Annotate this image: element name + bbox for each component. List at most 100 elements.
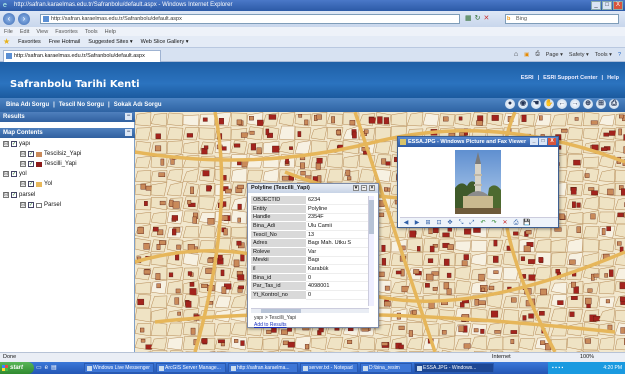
print-map-icon[interactable]: ⎙: [609, 99, 619, 109]
layer-node-parsel-sub[interactable]: ⊟ ✓ Parsel: [20, 202, 61, 208]
zoom-in-icon[interactable]: ⤡: [457, 219, 465, 227]
menu-favorites[interactable]: Favorites: [55, 29, 78, 35]
safety-menu[interactable]: Safety ▾: [569, 52, 589, 58]
pan-icon[interactable]: ✋: [544, 99, 554, 109]
save-icon[interactable]: 💾: [523, 219, 531, 227]
layer-checkbox[interactable]: ✓: [28, 151, 34, 157]
forward-extent-icon[interactable]: →: [570, 99, 580, 109]
fav-hotmail[interactable]: Free Hotmail: [49, 39, 80, 45]
close-button[interactable]: X: [613, 1, 623, 10]
collapse-toggle[interactable]: ⊟: [20, 181, 26, 187]
minimize-icon[interactable]: −: [361, 185, 367, 191]
map-contents-header[interactable]: Map Contents −: [0, 128, 135, 138]
layer-checkbox[interactable]: ✓: [11, 171, 17, 177]
best-fit-icon[interactable]: ⊞: [424, 219, 432, 227]
url-field[interactable]: http://safran.karaelmas.edu.tr/Safranbol…: [40, 14, 460, 24]
esri-support-link[interactable]: ESRI Support Center: [543, 75, 597, 81]
rotate-right-icon[interactable]: ↷: [490, 219, 498, 227]
measure-icon[interactable]: ⊞: [596, 99, 606, 109]
vertical-scrollbar[interactable]: [368, 196, 374, 306]
minimize-button[interactable]: _: [591, 1, 601, 10]
collapse-toggle[interactable]: ⊟: [20, 151, 26, 157]
layer-checkbox[interactable]: ✓: [28, 181, 34, 187]
scroll-thumb[interactable]: [369, 200, 374, 234]
feeds-icon[interactable]: ▣: [524, 52, 529, 58]
previous-image-icon[interactable]: ◀: [402, 219, 410, 227]
slideshow-icon[interactable]: ✥: [446, 219, 454, 227]
rotate-left-icon[interactable]: ↶: [479, 219, 487, 227]
close-icon[interactable]: ×: [369, 185, 375, 191]
viewer-maximize-button[interactable]: □: [539, 138, 547, 145]
home-icon[interactable]: ⌂: [514, 51, 518, 58]
sokak-adi-sorgu-link[interactable]: Sokak Adı Sorgu: [114, 102, 162, 108]
layer-node-yapi[interactable]: ⊟ ✓ yapı: [3, 141, 30, 147]
layer-node-tescilsiz-yapi[interactable]: ⊟ ✓ Tescilsiz_Yapi: [20, 151, 81, 157]
collapse-toggle[interactable]: ⊟: [3, 192, 9, 198]
layer-node-yol-sub[interactable]: ⊟ ✓ Yol: [20, 181, 52, 187]
tray-icons[interactable]: ▪ ▪ ▪ ▪: [552, 362, 563, 374]
search-box[interactable]: b Bing: [505, 14, 619, 24]
compatibility-icon[interactable]: ▦: [465, 14, 472, 24]
layer-checkbox[interactable]: ✓: [28, 202, 34, 208]
print-icon[interactable]: ⎙: [512, 219, 520, 227]
fav-suggested-sites[interactable]: Suggested Sites ▾: [88, 39, 132, 45]
browser-tab[interactable]: http://safran.karaelmas.edu.tr/Safranbol…: [3, 50, 161, 62]
layer-node-yol[interactable]: ⊟ ✓ yol: [3, 171, 27, 177]
refresh-icon[interactable]: ↻: [475, 14, 481, 24]
collapse-toggle[interactable]: ⊟: [3, 141, 9, 147]
add-to-results-link[interactable]: Add to Results: [254, 322, 287, 328]
help-icon[interactable]: ?: [618, 52, 621, 58]
next-image-icon[interactable]: ▶: [413, 219, 421, 227]
menu-help[interactable]: Help: [105, 29, 116, 35]
horizontal-scrollbar[interactable]: [251, 308, 369, 313]
layer-node-tescilli-yapi[interactable]: ⊟ ✓ Tescilli_Yapi: [20, 161, 77, 167]
task-notepad[interactable]: server.txt - Notepad: [300, 363, 358, 373]
show-desktop-icon[interactable]: ▭: [36, 364, 42, 371]
scroll-thumb[interactable]: [261, 309, 301, 313]
collapse-map-contents-button[interactable]: −: [125, 129, 132, 136]
menu-tools[interactable]: Tools: [85, 29, 98, 35]
task-folder[interactable]: D:\bina_resim: [360, 363, 412, 373]
favorites-button[interactable]: Favorites: [18, 39, 41, 45]
collapse-toggle[interactable]: ⊟: [20, 161, 26, 167]
layer-checkbox[interactable]: ✓: [28, 161, 34, 167]
back-extent-icon[interactable]: ←: [557, 99, 567, 109]
zoom-out-icon[interactable]: ◉: [518, 99, 528, 109]
layer-node-parsel[interactable]: ⊟ ✓ parsel: [3, 192, 35, 198]
full-extent-icon[interactable]: ⊕: [583, 99, 593, 109]
results-header[interactable]: Results −: [0, 112, 135, 122]
help-link[interactable]: Help: [607, 75, 619, 81]
task-browser[interactable]: http://safran.karaelma...: [228, 363, 298, 373]
actual-size-icon[interactable]: ⊡: [435, 219, 443, 227]
viewer-minimize-button[interactable]: _: [530, 138, 538, 145]
identify-icon[interactable]: ☚: [531, 99, 541, 109]
menu-edit[interactable]: Edit: [20, 29, 29, 35]
tools-menu[interactable]: Tools ▾: [595, 52, 612, 58]
menu-view[interactable]: View: [36, 29, 48, 35]
collapse-results-button[interactable]: −: [125, 113, 132, 120]
ie-quick-icon[interactable]: e: [45, 365, 48, 371]
zoom-out-icon[interactable]: ⤢: [468, 219, 476, 227]
maximize-button[interactable]: □: [602, 1, 612, 10]
page-menu[interactable]: Page ▾: [546, 52, 563, 58]
fav-web-slice-gallery[interactable]: Web Slice Gallery ▾: [141, 39, 189, 45]
tescil-no-sorgu-link[interactable]: Tescil No Sorgu: [59, 102, 104, 108]
forward-button[interactable]: ›: [18, 13, 30, 25]
menu-file[interactable]: File: [4, 29, 13, 35]
task-windows-live-messenger[interactable]: Windows Live Messenger: [84, 363, 154, 373]
task-picture-viewer[interactable]: ESSA.JPG - Windows...: [414, 363, 494, 373]
dropdown-icon[interactable]: ▾: [353, 185, 359, 191]
picture-viewer-window[interactable]: ESSA.JPG - Windows Picture and Fax Viewe…: [397, 136, 559, 228]
identify-popup[interactable]: Polyline (Tescilli_Yapi) ▾ − × OBJECTID 6…: [247, 183, 379, 328]
zoom-in-icon[interactable]: ●: [505, 99, 515, 109]
task-arcgis-server-manager[interactable]: ArcGIS Server Manage...: [156, 363, 226, 373]
favorites-star-icon[interactable]: ★: [3, 37, 10, 46]
delete-icon[interactable]: ✕: [501, 219, 509, 227]
identify-title-bar[interactable]: Polyline (Tescilli_Yapi) ▾ − ×: [248, 184, 378, 193]
viewer-close-button[interactable]: X: [548, 138, 556, 145]
start-button[interactable]: start: [0, 362, 34, 374]
folder-quick-icon[interactable]: ▤: [51, 364, 57, 371]
collapse-toggle[interactable]: ⊟: [3, 171, 9, 177]
bina-adi-sorgu-link[interactable]: Bina Adı Sorgu: [6, 102, 49, 108]
back-button[interactable]: ‹: [3, 13, 15, 25]
